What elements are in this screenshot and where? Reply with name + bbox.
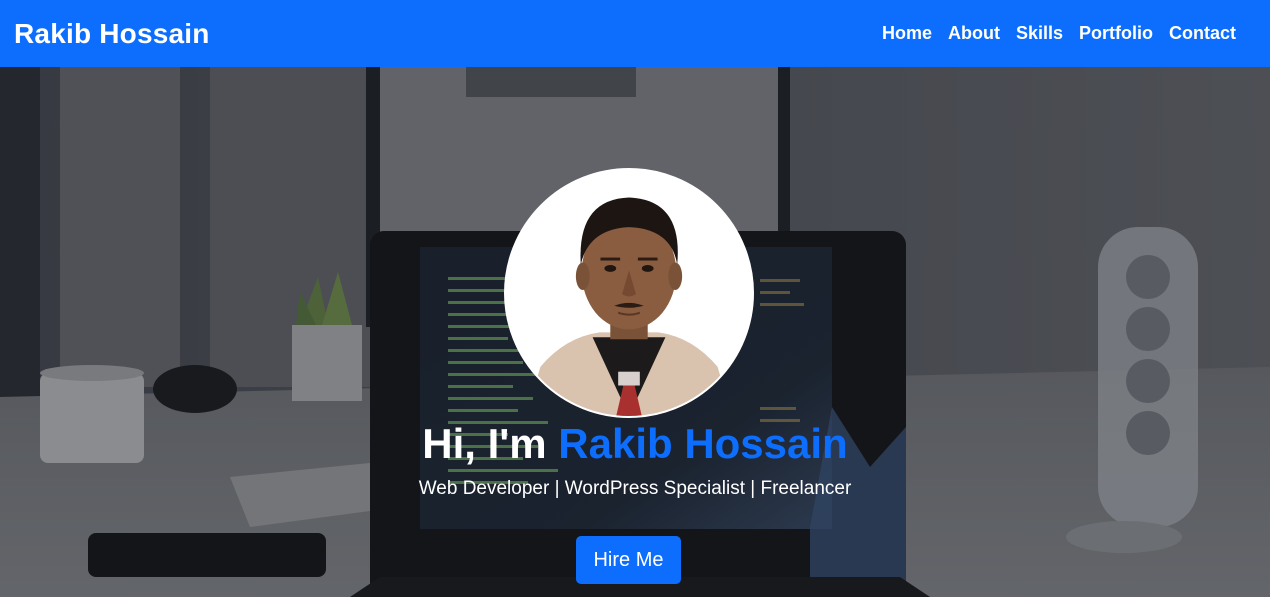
nav-contact[interactable]: Contact [1169,23,1236,43]
nav-about[interactable]: About [948,23,1000,43]
hire-me-button[interactable]: Hire Me [576,536,681,584]
navbar: Rakib Hossain Home About Skills Portfoli… [0,0,1270,67]
nav-portfolio[interactable]: Portfolio [1079,23,1153,43]
avatar-illustration [506,170,752,416]
hero-section: Hi, I'm Rakib Hossain Web Developer | Wo… [0,67,1270,597]
nav-home[interactable]: Home [882,23,932,43]
greeting-text: Hi, I'm [422,420,559,467]
hero-tagline: Web Developer | WordPress Specialist | F… [418,478,852,499]
hero-headline: Hi, I'm Rakib Hossain [0,420,1270,467]
nav-skills[interactable]: Skills [1016,23,1063,43]
nav-links: Home About Skills Portfolio Contact [882,23,1236,44]
hero-content: Hi, I'm Rakib Hossain Web Developer | Wo… [0,67,1270,597]
hero-name: Rakib Hossain [558,420,848,467]
brand-logo[interactable]: Rakib Hossain [14,18,210,50]
profile-photo [504,168,754,418]
